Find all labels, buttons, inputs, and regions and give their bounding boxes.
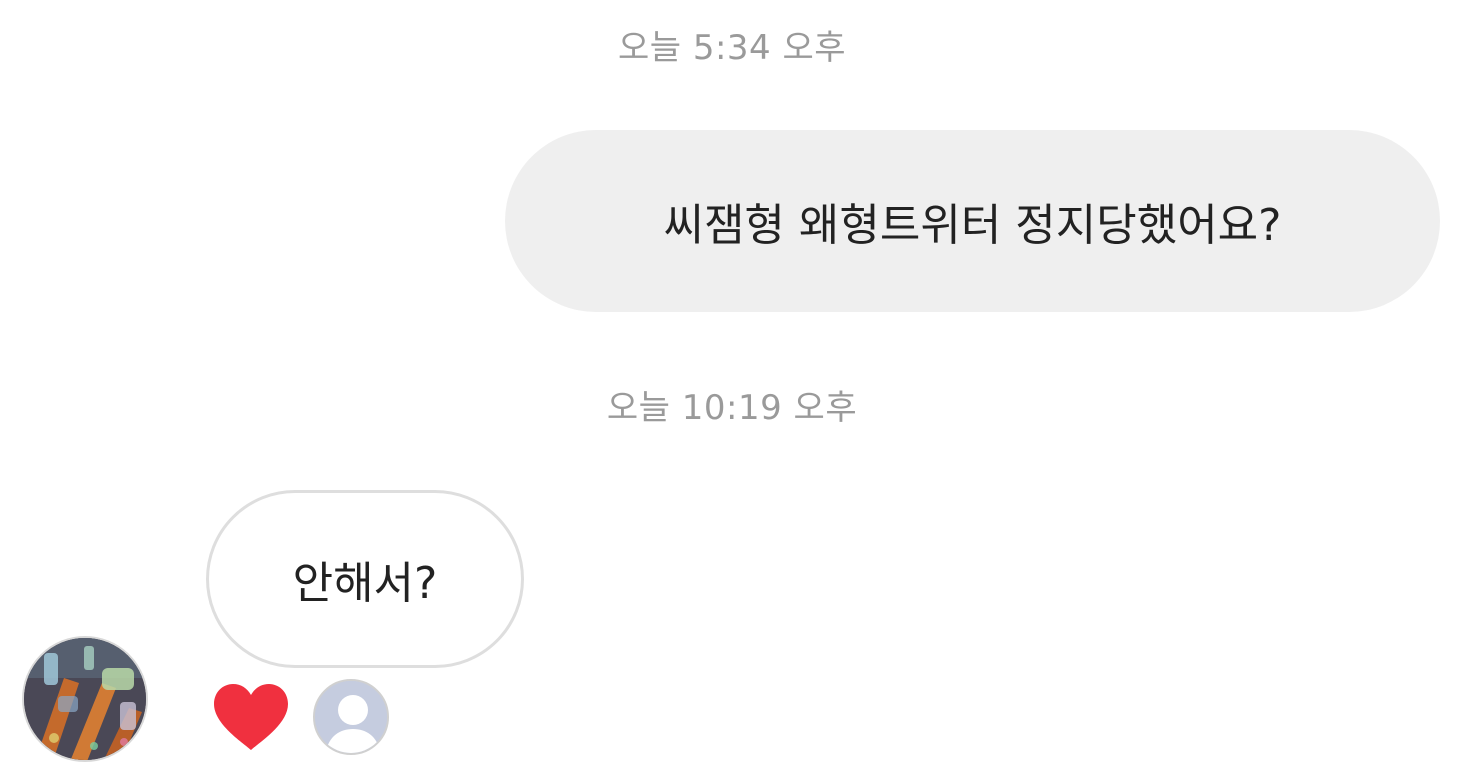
- outgoing-message-text: 씨잼형 왜형트위터 정지당했어요?: [663, 200, 1282, 251]
- message-timestamp: 오늘 10:19 오후: [606, 388, 858, 428]
- sender-avatar-image: [24, 638, 146, 760]
- sender-avatar[interactable]: [22, 636, 148, 762]
- incoming-message-bubble[interactable]: 안해서?: [206, 490, 524, 668]
- heart-reaction-shape: [214, 684, 288, 750]
- default-user-avatar-icon[interactable]: [313, 679, 389, 755]
- incoming-message-text: 안해서?: [292, 558, 438, 609]
- message-timestamp: 오늘 5:34 오후: [617, 28, 847, 68]
- heart-icon[interactable]: [212, 682, 290, 752]
- reactor-avatar-silhouette: [315, 681, 387, 753]
- outgoing-message-bubble[interactable]: 씨잼형 왜형트위터 정지당했어요?: [505, 130, 1440, 312]
